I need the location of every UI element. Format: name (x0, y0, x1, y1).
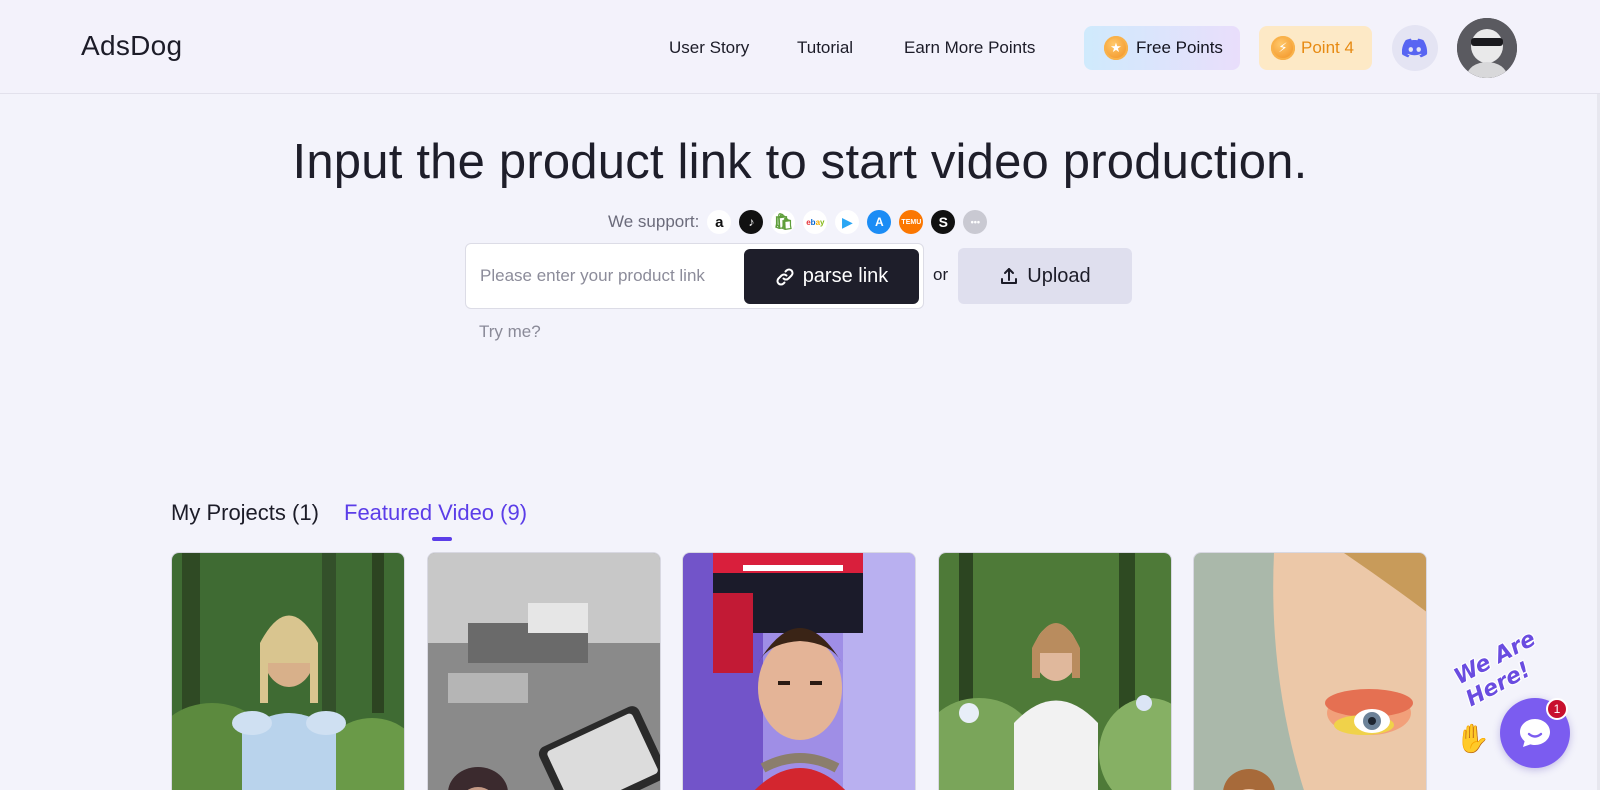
more-platforms-icon[interactable]: ••• (963, 210, 988, 234)
parse-link-label: parse link (802, 265, 889, 287)
video-thumbnail (939, 553, 1171, 790)
tiktok-icon[interactable]: ♪ (739, 210, 764, 234)
brand-logo[interactable]: AdsDog (81, 30, 182, 62)
chat-icon (1520, 719, 1550, 747)
user-avatar[interactable] (1457, 18, 1517, 78)
points-balance-label: Point 4 (1301, 38, 1354, 57)
product-link-box: parse link (465, 243, 924, 309)
tab-featured-video[interactable]: Featured Video (9) (344, 500, 527, 526)
google-play-icon[interactable]: ▶ (835, 210, 860, 234)
ebay-icon[interactable]: ebay (803, 210, 828, 234)
product-link-input[interactable] (480, 260, 740, 292)
video-card[interactable] (427, 552, 661, 790)
parse-link-button[interactable]: parse link (744, 249, 919, 304)
video-card[interactable] (1193, 552, 1427, 790)
points-balance-button[interactable]: ⚡ Point 4 (1259, 26, 1372, 70)
app-store-icon[interactable]: A (867, 210, 892, 234)
or-separator: or (933, 265, 949, 284)
top-header: AdsDog User Story Tutorial Earn More Poi… (0, 0, 1600, 94)
nav-tutorial[interactable]: Tutorial (797, 38, 853, 58)
upload-label: Upload (1027, 264, 1091, 287)
video-thumbnail (428, 553, 660, 790)
star-coin-icon: ★ (1104, 36, 1128, 60)
waving-hand-icon: ✋ (1455, 723, 1490, 754)
chat-notification-badge: 1 (1546, 698, 1568, 720)
video-thumbnail (172, 553, 404, 790)
link-icon (776, 267, 794, 286)
temu-icon[interactable]: TEMU (899, 210, 924, 234)
nav-user-story[interactable]: User Story (669, 38, 749, 58)
support-label: We support: (608, 212, 700, 231)
amazon-icon[interactable]: a (707, 210, 732, 234)
upload-button[interactable]: Upload (958, 248, 1132, 304)
avatar-image (1457, 18, 1517, 78)
free-points-button[interactable]: ★ Free Points (1084, 26, 1240, 70)
upload-icon (1001, 268, 1018, 284)
discord-button[interactable] (1392, 25, 1438, 71)
video-card[interactable] (171, 552, 405, 790)
try-me-link[interactable]: Try me? (479, 322, 541, 342)
we-are-here-text: We Are Here! (1450, 626, 1540, 713)
page-title: Input the product link to start video pr… (292, 135, 1308, 189)
discord-icon (1402, 38, 1428, 58)
shein-icon[interactable]: S (931, 210, 956, 234)
shopify-icon[interactable]: 🛍 (771, 210, 796, 234)
free-points-label: Free Points (1136, 38, 1223, 57)
tab-my-projects[interactable]: My Projects (1) (171, 500, 319, 526)
supported-platforms: We support: a ♪ 🛍 ebay ▶ A TEMU S ••• (608, 209, 988, 235)
nav-earn-more-points[interactable]: Earn More Points (904, 38, 1035, 58)
video-card[interactable] (938, 552, 1172, 790)
video-card[interactable] (682, 552, 916, 790)
active-tab-indicator (432, 537, 452, 541)
coin-icon: ⚡ (1271, 36, 1295, 60)
video-thumbnail (683, 553, 915, 790)
video-thumbnail (1194, 553, 1426, 790)
